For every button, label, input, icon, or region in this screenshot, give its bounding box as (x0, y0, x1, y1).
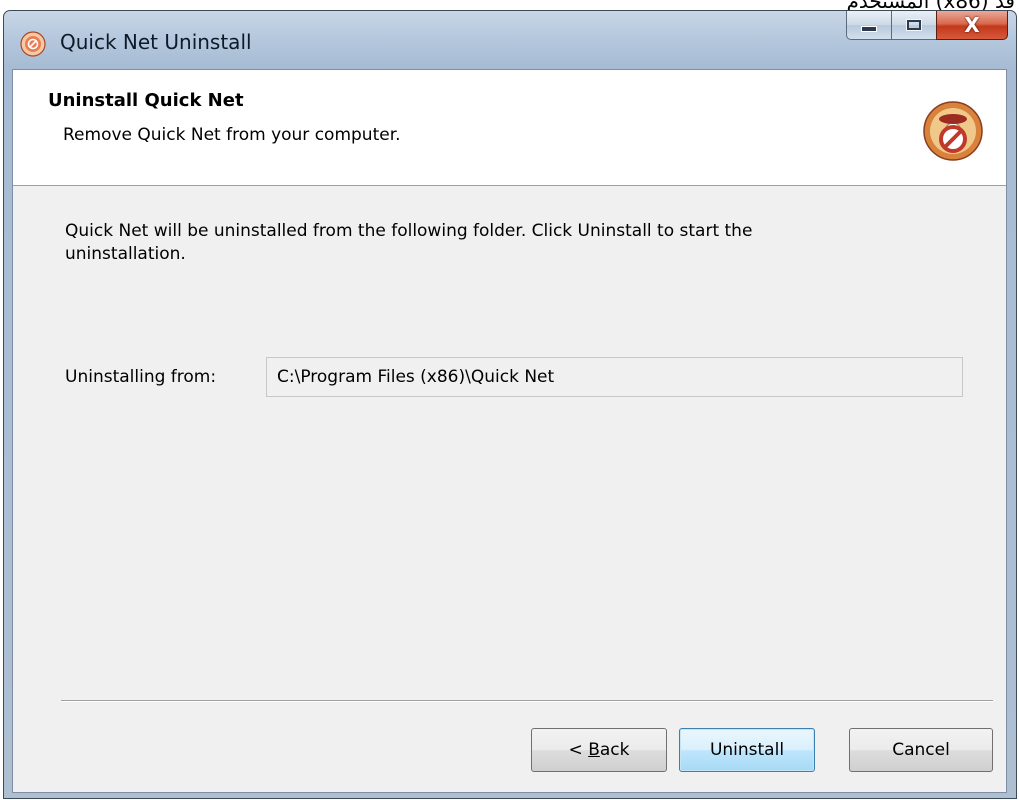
back-button-mnemonic: B (588, 740, 600, 760)
header-panel: Uninstall Quick Net Remove Quick Net fro… (13, 70, 1006, 186)
background-text: ﺍﻟﻤﺴﺘﺨﺪﻡ (x86) ﻗﺪ (846, 0, 1015, 10)
window-title: Quick Net Uninstall (60, 30, 252, 54)
background-strip: ﺍﻟﻤﺴﺘﺨﺪﻡ (x86) ﻗﺪ (0, 0, 1019, 10)
uninstalling-from-label: Uninstalling from: (65, 367, 217, 387)
uninstall-window: Quick Net Uninstall X Uninstall Quick Ne… (3, 10, 1017, 799)
button-separator (61, 700, 993, 702)
back-button[interactable]: < Back (531, 728, 667, 772)
maximize-icon (906, 19, 922, 31)
close-icon: X (964, 13, 980, 37)
page-subtitle: Remove Quick Net from your computer. (63, 125, 401, 145)
description-text: Quick Net will be uninstalled from the f… (65, 221, 753, 264)
dialog-client-area: Uninstall Quick Net Remove Quick Net fro… (12, 69, 1007, 793)
uninstall-disc-icon (923, 101, 983, 161)
app-icon (20, 31, 46, 57)
close-button[interactable]: X (936, 11, 1008, 40)
title-bar[interactable]: Quick Net Uninstall X (4, 11, 1016, 69)
maximize-button[interactable] (891, 11, 937, 40)
caption-buttons: X (846, 11, 1008, 41)
cancel-button[interactable]: Cancel (849, 728, 993, 772)
uninstall-folder-field[interactable]: C:\Program Files (x86)\Quick Net (266, 357, 963, 397)
back-button-prefix: < (568, 740, 589, 760)
uninstall-button[interactable]: Uninstall (679, 728, 815, 772)
back-button-rest: ack (599, 740, 630, 760)
minimize-icon (861, 26, 877, 32)
page-title: Uninstall Quick Net (48, 90, 244, 111)
minimize-button[interactable] (846, 11, 892, 40)
